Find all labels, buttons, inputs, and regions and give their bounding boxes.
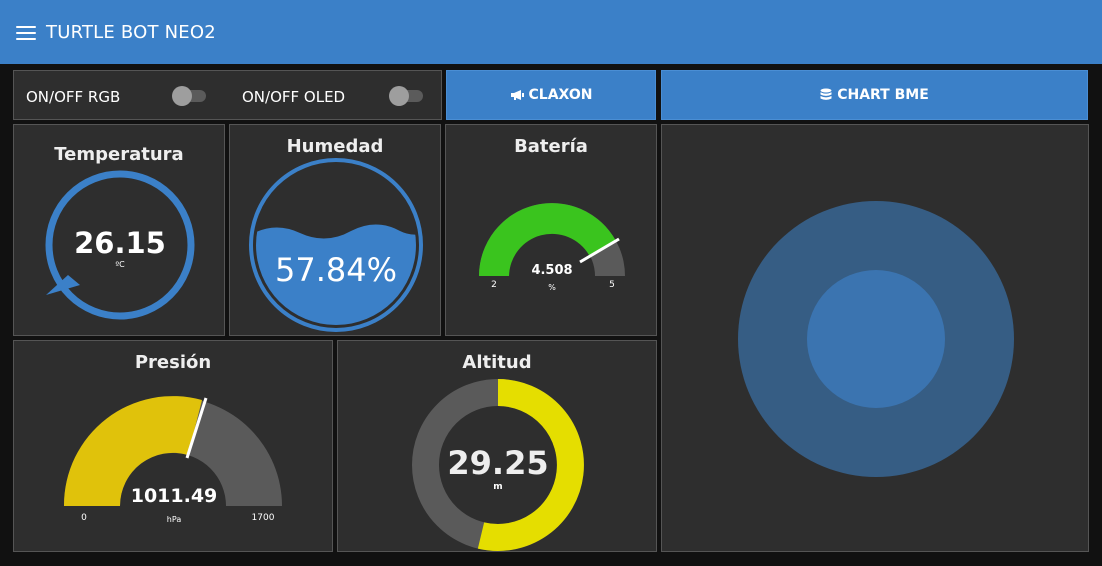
bateria-max: 5: [609, 280, 615, 290]
altitud-donut: 29.25 m: [412, 379, 584, 551]
bateria-min: 2: [491, 280, 497, 290]
claxon-button[interactable]: CLAXON: [446, 70, 656, 120]
temperatura-unit: ºC: [115, 260, 125, 269]
top-bar: TURTLE BOT NEO2: [0, 0, 1102, 64]
chart-bme-label: CHART BME: [837, 87, 929, 103]
presion-min: 0: [81, 513, 87, 523]
status-indicator-card: [661, 124, 1089, 552]
temperatura-card: Temperatura 26.15 ºC: [13, 124, 225, 336]
bateria-value: 4.508: [531, 263, 572, 278]
presion-card: Presión 1011.49 hPa 0 1700: [13, 340, 333, 552]
rgb-toggle-label: ON/OFF RGB: [26, 88, 121, 106]
oled-toggle[interactable]: [389, 86, 425, 106]
presion-unit: hPa: [167, 515, 182, 524]
app-title: TURTLE BOT NEO2: [46, 22, 216, 43]
bateria-card: Batería 4.508 % 2 5: [445, 124, 657, 336]
temperatura-gauge: 26.15 ºC: [45, 170, 195, 320]
humedad-card: Humedad 57.84%: [229, 124, 441, 336]
altitud-unit: m: [493, 482, 502, 492]
presion-max: 1700: [252, 513, 275, 523]
humedad-value: 57.84%: [275, 251, 397, 289]
status-indicator-circle: [738, 201, 1014, 477]
humedad-liquid-gauge: 57.84%: [249, 158, 423, 332]
bullhorn-icon: [510, 90, 524, 100]
oled-toggle-label: ON/OFF OLED: [242, 88, 346, 106]
claxon-label: CLAXON: [528, 87, 593, 103]
chart-bme-button[interactable]: CHART BME: [661, 70, 1088, 120]
bateria-unit: %: [548, 283, 556, 292]
controls-card: ON/OFF RGB ON/OFF OLED: [13, 70, 442, 120]
altitud-card: Altitud 29.25 m: [337, 340, 657, 552]
presion-gauge: 1011.49 hPa 0 1700: [63, 396, 282, 524]
rgb-toggle[interactable]: [172, 86, 208, 106]
presion-value: 1011.49: [131, 485, 218, 507]
bateria-gauge: 4.508 % 2 5: [479, 203, 625, 292]
altitud-value: 29.25: [447, 444, 548, 482]
temperatura-value: 26.15: [74, 226, 166, 260]
menu-icon[interactable]: [16, 26, 36, 40]
database-icon: [820, 88, 832, 100]
